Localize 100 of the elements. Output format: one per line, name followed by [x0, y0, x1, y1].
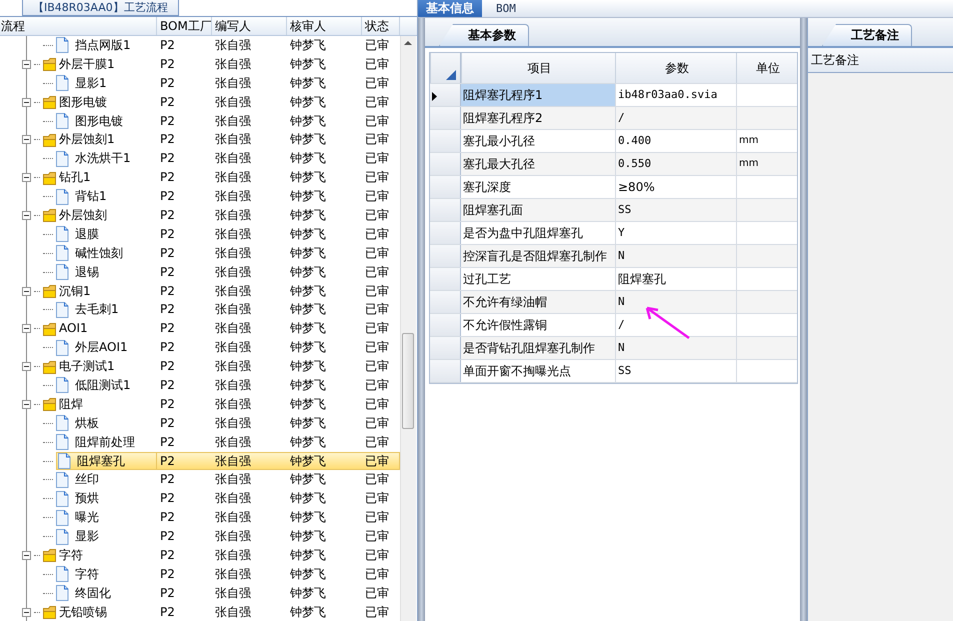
grid-row[interactable]: 阻焊塞孔程序2 /	[430, 107, 797, 130]
splitter[interactable]	[418, 18, 425, 621]
grid-row[interactable]: 过孔工艺 阻焊塞孔	[430, 268, 797, 291]
tree-row[interactable]: 图形电镀 P2 张自强 钟梦飞 已审	[0, 92, 400, 112]
splitter[interactable]	[800, 18, 807, 621]
table-cell-text: 已审	[364, 358, 390, 376]
grid-row[interactable]: 塞孔深度 ≥80%	[430, 176, 797, 199]
column-header[interactable]: 单位	[736, 53, 797, 83]
table-cell-text: P2	[159, 452, 176, 470]
tree-row[interactable]: 退锡 P2 张自强 钟梦飞 已审	[0, 262, 400, 282]
table-cell-text: 已审	[364, 131, 390, 148]
table-cell-text: 钟梦飞	[289, 528, 327, 546]
tree-row[interactable]: 字符 P2 张自强 钟梦飞 已审	[0, 564, 400, 584]
collapse-icon[interactable]	[22, 286, 31, 296]
column-header[interactable]: 编写人	[212, 17, 287, 35]
tree-row[interactable]: 挡点网版1 P2 张自强 钟梦飞 已审	[0, 36, 400, 55]
tree-row[interactable]: 终固化 P2 张自强 钟梦飞 已审	[0, 584, 400, 603]
tab[interactable]: 工艺备注	[822, 24, 912, 46]
tree-row[interactable]: 退膜 P2 张自强 钟梦飞 已审	[0, 224, 400, 244]
tree-row[interactable]: 显影1 P2 张自强 钟梦飞 已审	[0, 74, 400, 93]
collapse-icon[interactable]	[22, 210, 31, 220]
tree-row[interactable]: 低阻测试1 P2 张自强 钟梦飞 已审	[0, 376, 400, 395]
column-header[interactable]: 流程	[0, 17, 157, 35]
table-cell-text: 张自强	[214, 112, 252, 130]
tab[interactable]: 基本信息	[418, 0, 482, 17]
tree-row[interactable]: 阻焊前处理 P2 张自强 钟梦飞 已审	[0, 432, 400, 452]
tree-row[interactable]: 碱性蚀刻 P2 张自强 钟梦飞 已审	[0, 244, 400, 263]
column-header[interactable]: 项目	[461, 53, 615, 83]
table-cell-text: 钟梦飞	[289, 131, 327, 148]
table-cell-text: 钟梦飞	[289, 74, 327, 92]
folder-icon	[43, 95, 56, 110]
tree-row[interactable]: 字符 P2 张自强 钟梦飞 已审	[0, 546, 400, 565]
tree-row[interactable]: 背钻1 P2 张自强 钟梦飞 已审	[0, 187, 400, 206]
panel-title-tab[interactable]: 【IB48R03AA0】工艺流程	[22, 0, 179, 16]
column-header[interactable]: 参数	[615, 53, 736, 83]
document-icon	[56, 264, 69, 280]
corner-header[interactable]	[430, 53, 461, 83]
column-header[interactable]: 状态	[362, 17, 400, 35]
tree-item-label: 终固化	[75, 584, 111, 602]
collapse-icon[interactable]	[22, 324, 31, 334]
tree-row[interactable]: 丝印 P2 张自强 钟梦飞 已审	[0, 470, 400, 490]
tree-row[interactable]: 外层蚀刻1 P2 张自强 钟梦飞 已审	[0, 130, 400, 150]
grid-row[interactable]: 阻焊塞孔程序1 ib48r03aa0.svia	[430, 84, 797, 107]
row-header[interactable]	[430, 84, 461, 106]
tree-item-label: 曝光	[75, 509, 99, 526]
tree-row[interactable]: 外层蚀刻 P2 张自强 钟梦飞 已审	[0, 206, 400, 225]
scrollbar-thumb[interactable]	[402, 333, 414, 429]
tree-row[interactable]: 曝光 P2 张自强 钟梦飞 已审	[0, 508, 400, 528]
table-cell-text: 已审	[364, 490, 390, 508]
table-cell-text: 已审	[364, 320, 390, 338]
column-header[interactable]: BOM工厂	[157, 17, 212, 35]
collapse-icon[interactable]	[22, 173, 31, 182]
table-cell-text: P2	[159, 188, 176, 206]
collapse-icon[interactable]	[22, 550, 31, 560]
tree-row[interactable]: 电子测试1 P2 张自强 钟梦飞 已审	[0, 357, 400, 376]
tree-row[interactable]: 烘板 P2 张自强 钟梦飞 已审	[0, 414, 400, 433]
grid-row[interactable]: 不允许有绿油帽 N	[430, 291, 797, 314]
grid-row[interactable]: 单面开窗不掏曝光点 SS	[430, 360, 797, 383]
tree-row[interactable]: 外层AOI1 P2 张自强 钟梦飞 已审	[0, 338, 400, 358]
collapse-icon[interactable]	[22, 362, 31, 372]
collapse-icon[interactable]	[22, 608, 31, 617]
tab[interactable]: 基本参数	[439, 24, 529, 46]
collapse-icon[interactable]	[22, 98, 31, 107]
tree-row[interactable]: 预烘 P2 张自强 钟梦飞 已审	[0, 489, 400, 508]
tree-row[interactable]: 无铅喷锡 P2 张自强 钟梦飞 已审	[0, 602, 400, 621]
tree-row[interactable]: 显影 P2 张自强 钟梦飞 已审	[0, 527, 400, 546]
tree-row[interactable]: 阻焊 P2 张自强 钟梦飞 已审	[0, 394, 400, 414]
table-cell-text: P2	[159, 301, 176, 318]
tree-row[interactable]: 图形电镀 P2 张自强 钟梦飞 已审	[0, 112, 400, 130]
collapse-icon[interactable]	[22, 400, 31, 409]
tree-row[interactable]: 阻焊塞孔 P2 张自强 钟梦飞 已审	[0, 452, 400, 470]
grid-row[interactable]: 阻焊塞孔面 SS	[430, 199, 797, 222]
tree-item-label: 外层蚀刻1	[59, 131, 115, 148]
grid-row[interactable]: 是否背钻孔阻焊塞孔制作 N	[430, 337, 797, 360]
tree-row[interactable]: 沉铜1 P2 张自强 钟梦飞 已审	[0, 282, 400, 300]
grid-row[interactable]: 塞孔最大孔径 0.550 mm	[430, 153, 797, 176]
table-cell-text: 钟梦飞	[289, 339, 327, 356]
tree-row[interactable]: AOI1 P2 张自强 钟梦飞 已审	[0, 319, 400, 338]
tab[interactable]: BOM	[488, 0, 524, 17]
tree-row[interactable]: 钻孔1 P2 张自强 钟梦飞 已审	[0, 168, 400, 188]
table-cell-text: 钟梦飞	[289, 207, 327, 224]
tree-row[interactable]: 去毛刺1 P2 张自强 钟梦飞 已审	[0, 300, 400, 320]
table-cell: N	[615, 291, 736, 313]
collapse-icon[interactable]	[22, 135, 31, 144]
table-cell-text: 张自强	[214, 584, 252, 602]
tree-row[interactable]: 外层干膜1 P2 张自强 钟梦飞 已审	[0, 54, 400, 74]
table-cell-text: 钟梦飞	[289, 490, 327, 508]
scrollbar[interactable]	[400, 36, 416, 621]
grid-row[interactable]: 控深盲孔是否阻焊塞孔制作 N	[430, 245, 797, 268]
grid-row[interactable]: 塞孔最小孔径 0.400 mm	[430, 130, 797, 153]
document-icon	[56, 340, 69, 356]
tree-item-label: 预烘	[75, 490, 99, 508]
folder-icon	[43, 57, 56, 72]
collapse-icon[interactable]	[22, 60, 31, 69]
table-cell-text: 张自强	[214, 339, 252, 356]
column-header[interactable]: 核审人	[287, 17, 362, 35]
table-cell-text: 已审	[364, 604, 390, 621]
grid-row[interactable]: 不允许假性露铜 /	[430, 314, 797, 337]
grid-row[interactable]: 是否为盘中孔阻焊塞孔 Y	[430, 222, 797, 245]
tree-row[interactable]: 水洗烘干1 P2 张自强 钟梦飞 已审	[0, 149, 400, 168]
